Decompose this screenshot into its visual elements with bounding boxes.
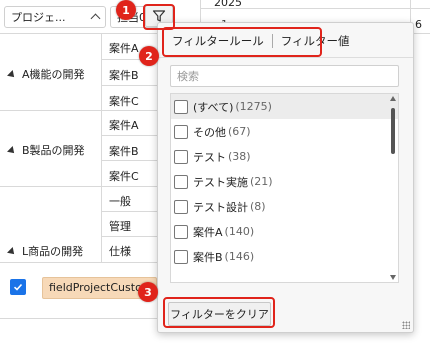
annotation-box-3 xyxy=(163,297,275,328)
annotation-badge-1: 1 xyxy=(116,0,136,20)
checkbox[interactable] xyxy=(174,224,188,239)
checkbox[interactable] xyxy=(174,249,188,264)
row-item: 一般 xyxy=(109,195,131,208)
triangle-down-icon xyxy=(7,146,17,156)
grid-line xyxy=(0,318,157,319)
list-item[interactable]: 案件A (140) xyxy=(171,219,398,244)
row-group-b[interactable]: B製品の開発 xyxy=(7,142,85,158)
checkbox[interactable] xyxy=(174,149,188,164)
grid-line xyxy=(101,85,157,86)
scroll-up-icon[interactable] xyxy=(390,96,396,101)
grid-line xyxy=(0,262,157,263)
grid-line xyxy=(101,211,157,212)
scroll-down-icon[interactable] xyxy=(390,275,396,280)
grid-line xyxy=(101,160,157,161)
list-item[interactable]: テスト設計 (8) xyxy=(171,194,398,219)
check-icon xyxy=(13,283,23,291)
row-item: 案件B xyxy=(109,145,139,158)
list-item[interactable]: その他 (67) xyxy=(171,119,398,144)
checkbox[interactable] xyxy=(174,174,188,189)
scrollbar-thumb[interactable] xyxy=(391,108,395,154)
grid-line xyxy=(0,186,157,187)
list-item[interactable]: (すべて) (1275) xyxy=(171,94,398,119)
list-item[interactable]: テスト実施 (21) xyxy=(171,169,398,194)
field-chip-label: fieldProjectCusto... xyxy=(49,281,153,294)
checkbox[interactable] xyxy=(174,99,188,114)
annotation-badge-3: 3 xyxy=(138,282,158,302)
annotation-badge-2: 2 xyxy=(139,46,159,66)
grid-line xyxy=(0,110,157,111)
grid-line xyxy=(101,236,157,237)
checkbox[interactable] xyxy=(174,124,188,139)
project-field-label: プロジェ... xyxy=(11,11,66,24)
row-group-l[interactable]: L商品の開発 xyxy=(7,243,83,259)
row-item: 案件C xyxy=(109,170,139,183)
row-item: 案件A xyxy=(109,119,139,132)
triangle-down-icon xyxy=(7,247,17,257)
filter-value-list: (すべて) (1275) その他 (67) テスト (38) テスト実施 (21) テス… xyxy=(170,93,399,283)
divider xyxy=(158,57,413,58)
row-item: 管理 xyxy=(109,220,131,233)
filter-popup: フィルタールール フィルター値 (すべて)(1275) その他(67) テスト(… xyxy=(157,22,414,333)
project-field-header[interactable]: プロジェ... xyxy=(4,6,106,28)
row-item: 仕様 xyxy=(109,245,131,258)
checkbox[interactable] xyxy=(174,199,188,214)
search-input[interactable] xyxy=(170,65,399,87)
row-item: 案件B xyxy=(109,69,139,82)
list-item[interactable]: テスト (38) xyxy=(171,144,398,169)
cell-value: 6 xyxy=(415,18,422,31)
year-header: 2025 xyxy=(214,0,242,9)
list-item[interactable]: 案件B (146) xyxy=(171,244,398,269)
grid-line xyxy=(101,34,102,262)
field-checkbox[interactable] xyxy=(10,279,26,295)
annotation-box-2 xyxy=(162,27,322,57)
resize-grip-icon[interactable] xyxy=(402,321,410,329)
triangle-down-icon xyxy=(7,70,17,80)
row-item: 案件A xyxy=(109,42,139,55)
scrollbar[interactable] xyxy=(390,96,396,280)
grid-line xyxy=(101,135,157,136)
row-group-a[interactable]: A機能の開発 xyxy=(7,66,85,82)
row-item: 案件C xyxy=(109,95,139,108)
chevron-up-icon xyxy=(90,13,101,24)
